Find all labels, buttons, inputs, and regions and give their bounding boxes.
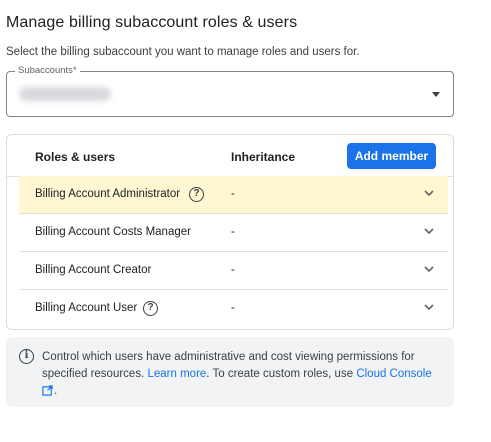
chevron-down-icon[interactable] [422, 262, 436, 276]
page-subtitle: Select the billing subaccount you want t… [6, 46, 360, 58]
column-header-roles: Roles & users [35, 150, 116, 164]
chevron-down-icon[interactable] [422, 300, 436, 314]
role-inheritance: - [231, 226, 235, 238]
role-name: Billing Account Administrator [35, 188, 181, 200]
learn-more-link[interactable]: Learn more [147, 368, 206, 380]
role-row-billing-account-costs-manager[interactable]: Billing Account Costs Manager - [19, 214, 448, 252]
role-name: Billing Account Costs Manager [35, 226, 191, 238]
chevron-down-icon[interactable] [422, 224, 436, 238]
roles-table: Roles & users Inheritance Add member Bil… [6, 134, 454, 330]
chevron-down-icon[interactable] [422, 186, 436, 200]
info-text-2: . To create custom roles, use [206, 368, 354, 380]
add-member-button[interactable]: Add member [347, 143, 436, 169]
info-text: Control which users have administrative … [42, 349, 444, 400]
subaccount-select-value [19, 87, 111, 101]
role-name: Billing Account User [35, 302, 138, 314]
page-title: Manage billing subaccount roles & users [6, 14, 298, 31]
help-icon[interactable]: ? [143, 301, 158, 316]
column-header-inheritance: Inheritance [231, 150, 296, 164]
info-text-end: . [54, 385, 58, 397]
subaccount-select[interactable]: Subaccounts* [6, 65, 454, 117]
role-row-billing-account-user[interactable]: Billing Account User ? - [19, 290, 448, 328]
roles-table-header: Roles & users Inheritance Add member [7, 135, 453, 177]
info-box: i Control which users have administrativ… [6, 337, 454, 407]
cloud-console-link[interactable]: Cloud Console [356, 368, 431, 380]
role-row-billing-account-creator[interactable]: Billing Account Creator - [19, 252, 448, 290]
subaccount-select-label: Subaccounts* [15, 65, 80, 77]
info-icon: i [19, 349, 34, 364]
role-inheritance: - [231, 302, 235, 314]
external-link-icon[interactable] [42, 385, 53, 396]
dropdown-arrow-icon[interactable] [432, 92, 440, 97]
role-name: Billing Account Creator [35, 264, 152, 276]
help-icon[interactable]: ? [189, 187, 204, 202]
role-inheritance: - [231, 264, 235, 276]
role-inheritance: - [231, 188, 235, 200]
role-row-billing-account-administrator[interactable]: Billing Account Administrator ? - [19, 176, 448, 214]
